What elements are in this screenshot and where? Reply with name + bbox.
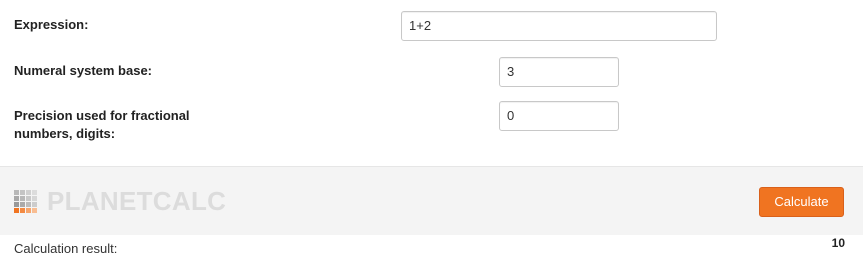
base-input[interactable]: 3 — [499, 57, 619, 87]
calculate-button[interactable]: Calculate — [759, 187, 844, 217]
result-value: 10 — [831, 236, 845, 250]
base-label: Numeral system base: — [14, 63, 153, 78]
result-label: Calculation result: — [14, 241, 118, 256]
footer-bar: PLANETCALC Calculate — [0, 166, 863, 235]
expression-input[interactable]: 1+2 — [401, 11, 717, 41]
precision-label-line2: numbers, digits: — [14, 126, 116, 141]
precision-label-line1: Precision used for fractional — [14, 108, 190, 123]
planetcalc-logo-text: PLANETCALC — [47, 186, 227, 216]
calculator-form: Expression: 1+2 Numeral system base: 3 P… — [0, 0, 863, 166]
precision-label: Precision used for fractional numbers, d… — [14, 107, 190, 143]
planetcalc-grid-icon — [14, 190, 37, 213]
expression-label: Expression: — [14, 17, 89, 32]
precision-input[interactable]: 0 — [499, 101, 619, 131]
